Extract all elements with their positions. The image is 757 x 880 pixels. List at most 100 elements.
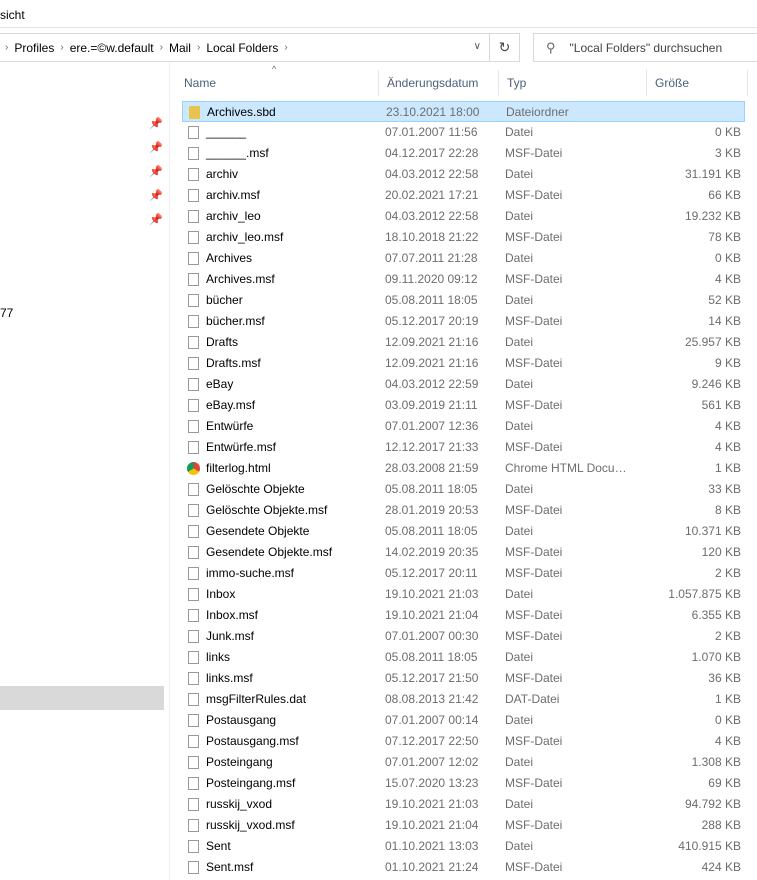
file-type: MSF-Datei (505, 440, 563, 454)
ribbon-tab-ansicht[interactable]: sicht (0, 8, 25, 22)
file-row[interactable]: links 05.08.2011 18:05 Datei 1.070 KB (182, 647, 745, 668)
file-row[interactable]: Entwürfe.msf 12.12.2017 21:33 MSF-Datei … (182, 437, 745, 458)
breadcrumb-item[interactable]: ere.=©w.default (70, 41, 154, 55)
file-icon (188, 756, 199, 769)
file-type: MSF-Datei (505, 503, 563, 517)
file-date: 15.07.2020 13:23 (385, 776, 479, 790)
file-icon (188, 735, 199, 748)
file-type: MSF-Datei (505, 734, 563, 748)
file-icon (188, 588, 199, 601)
file-name: archiv_leo (206, 209, 261, 223)
file-date: 05.08.2011 18:05 (385, 524, 478, 538)
file-row[interactable]: Archives.msf 09.11.2020 09:12 MSF-Datei … (182, 269, 745, 290)
file-size: 6.355 KB (691, 608, 741, 622)
file-row[interactable]: archiv 04.03.2012 22:58 Datei 31.191 KB (182, 164, 745, 185)
file-row[interactable]: Sent 01.10.2021 13:03 Datei 410.915 KB (182, 836, 745, 857)
file-type: Datei (505, 209, 534, 223)
column-header-date[interactable]: Änderungsdatum (379, 70, 499, 96)
file-row[interactable]: Sent.msf 01.10.2021 21:24 MSF-Datei 424 … (182, 857, 745, 878)
file-name: Sent (206, 839, 231, 853)
file-row[interactable]: Entwürfe 07.01.2007 12:36 Datei 4 KB (182, 416, 745, 437)
column-header-size[interactable]: Größe (647, 70, 748, 96)
file-date: 04.03.2012 22:58 (385, 167, 479, 181)
file-row[interactable]: archiv_leo 04.03.2012 22:58 Datei 19.232… (182, 206, 745, 227)
file-row[interactable]: Gesendete Objekte 05.08.2011 18:05 Datei… (182, 521, 745, 542)
file-icon (188, 567, 199, 580)
file-date: 04.03.2012 22:58 (385, 209, 479, 223)
file-name: immo-suche.msf (206, 566, 295, 580)
file-date: 05.12.2017 20:19 (385, 314, 479, 328)
file-name: archiv_leo.msf (206, 230, 284, 244)
file-row[interactable]: bücher 05.08.2011 18:05 Datei 52 KB (182, 290, 745, 311)
breadcrumb-item[interactable]: Mail (169, 41, 191, 55)
file-size: 10.371 KB (684, 524, 741, 538)
file-row[interactable]: Archives 07.07.2011 21:28 Datei 0 KB (182, 248, 745, 269)
file-row[interactable]: Drafts 12.09.2021 21:16 Datei 25.957 KB (182, 332, 745, 353)
file-row[interactable]: ______.msf 04.12.2017 22:28 MSF-Datei 3 … (182, 143, 745, 164)
file-name: Drafts (206, 335, 239, 349)
file-row[interactable]: filterlog.html 28.03.2008 21:59 Chrome H… (182, 458, 745, 479)
file-row[interactable]: archiv.msf 20.02.2021 17:21 MSF-Datei 66… (182, 185, 745, 206)
pin-icon[interactable]: 📌 (149, 141, 163, 154)
file-size: 0 KB (714, 713, 741, 727)
file-row[interactable]: msgFilterRules.dat 08.08.2013 21:42 DAT-… (182, 689, 745, 710)
file-row[interactable]: immo-suche.msf 05.12.2017 20:11 MSF-Date… (182, 563, 745, 584)
file-type: Datei (505, 482, 534, 496)
file-row[interactable]: archiv_leo.msf 18.10.2018 21:22 MSF-Date… (182, 227, 745, 248)
file-row[interactable]: Inbox 19.10.2021 21:03 Datei 1.057.875 K… (182, 584, 745, 605)
search-input[interactable]: ⚲ "Local Folders" durchsuchen (533, 33, 757, 62)
file-row[interactable]: links.msf 05.12.2017 21:50 MSF-Datei 36 … (182, 668, 745, 689)
breadcrumb-separator[interactable]: › (197, 42, 200, 53)
file-row[interactable]: Junk.msf 07.01.2007 00:30 MSF-Datei 2 KB (182, 626, 745, 647)
file-row[interactable]: Drafts.msf 12.09.2021 21:16 MSF-Datei 9 … (182, 353, 745, 374)
chevron-down-icon[interactable]: ∨ (474, 41, 481, 52)
file-icon (188, 357, 199, 370)
column-header-name[interactable]: Name (176, 70, 379, 96)
file-row[interactable]: russkij_vxod.msf 19.10.2021 21:04 MSF-Da… (182, 815, 745, 836)
file-row[interactable]: bücher.msf 05.12.2017 20:19 MSF-Datei 14… (182, 311, 745, 332)
refresh-button[interactable]: ↻ (490, 33, 520, 62)
file-row[interactable]: Archives.sbd 23.10.2021 18:00 Dateiordne… (182, 101, 745, 122)
file-size: 3 KB (714, 146, 741, 160)
file-row[interactable]: Gelöschte Objekte 05.08.2011 18:05 Datei… (182, 479, 745, 500)
chrome-icon (187, 462, 200, 475)
file-date: 18.10.2018 21:22 (385, 230, 479, 244)
file-row[interactable]: ______ 07.01.2007 11:56 Datei 0 KB (182, 122, 745, 143)
nav-item-text[interactable]: 77 (0, 306, 13, 320)
breadcrumb-item[interactable]: Local Folders (206, 41, 278, 55)
breadcrumb-separator[interactable]: › (284, 42, 287, 53)
file-date: 05.12.2017 20:11 (385, 566, 478, 580)
file-icon (188, 273, 199, 286)
file-row[interactable]: Gelöschte Objekte.msf 28.01.2019 20:53 M… (182, 500, 745, 521)
file-size: 9.246 KB (691, 377, 741, 391)
file-type: Datei (505, 335, 534, 349)
breadcrumb-separator[interactable]: › (60, 42, 63, 53)
breadcrumb-separator[interactable]: › (5, 42, 8, 53)
file-date: 28.03.2008 21:59 (385, 461, 479, 475)
file-name: Junk.msf (206, 629, 255, 643)
file-name: Inbox.msf (206, 608, 259, 622)
file-type: Datei (505, 755, 534, 769)
pin-icon[interactable]: 📌 (149, 189, 163, 202)
file-row[interactable]: Inbox.msf 19.10.2021 21:04 MSF-Datei 6.3… (182, 605, 745, 626)
address-bar[interactable]: › Profiles › ere.=©w.default › Mail › Local Fol… (0, 33, 490, 62)
nav-item-selected[interactable] (0, 686, 164, 710)
breadcrumb-separator[interactable]: › (160, 42, 163, 53)
file-name: eBay.msf (206, 398, 256, 412)
file-size: 1.308 KB (691, 755, 741, 769)
file-row[interactable]: Posteingang 07.01.2007 12:02 Datei 1.308… (182, 752, 745, 773)
file-row[interactable]: Postausgang.msf 07.12.2017 22:50 MSF-Dat… (182, 731, 745, 752)
file-row[interactable]: eBay.msf 03.09.2019 21:11 MSF-Datei 561 … (182, 395, 745, 416)
pin-icon[interactable]: 📌 (149, 213, 163, 226)
pin-icon[interactable]: 📌 (149, 165, 163, 178)
column-header-type[interactable]: Typ (499, 70, 647, 96)
file-row[interactable]: eBay 04.03.2012 22:59 Datei 9.246 KB (182, 374, 745, 395)
pin-icon[interactable]: 📌 (149, 117, 163, 130)
file-type: MSF-Datei (505, 398, 563, 412)
file-row[interactable]: Gesendete Objekte.msf 14.02.2019 20:35 M… (182, 542, 745, 563)
file-date: 19.10.2021 21:03 (385, 587, 479, 601)
file-row[interactable]: Posteingang.msf 15.07.2020 13:23 MSF-Dat… (182, 773, 745, 794)
file-row[interactable]: russkij_vxod 19.10.2021 21:03 Datei 94.7… (182, 794, 745, 815)
file-row[interactable]: Postausgang 07.01.2007 00:14 Datei 0 KB (182, 710, 745, 731)
breadcrumb-item[interactable]: Profiles (14, 41, 54, 55)
